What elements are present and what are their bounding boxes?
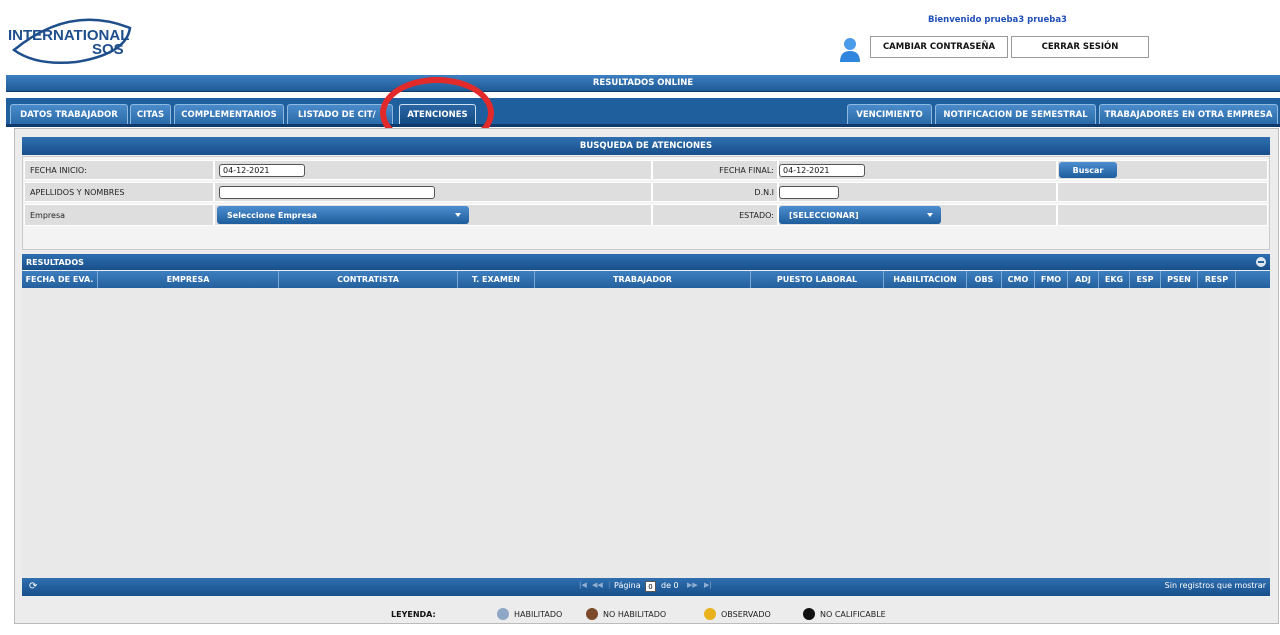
col-resp[interactable]: RESP bbox=[1198, 271, 1236, 288]
col-obs[interactable]: OBS bbox=[967, 271, 1002, 288]
apellidos-input[interactable] bbox=[219, 185, 435, 199]
prev-page-icon[interactable]: ◀◀ bbox=[592, 581, 603, 589]
legend-label: NO CALIFICABLE bbox=[820, 609, 886, 619]
col-ekg[interactable]: EKG bbox=[1099, 271, 1130, 288]
tab-datos-trabajador[interactable]: DATOS TRABAJADOR bbox=[10, 104, 128, 124]
search-section-title: BUSQUEDA DE ATENCIONES bbox=[22, 137, 1270, 155]
legend-label: NO HABILITADO bbox=[603, 609, 667, 619]
refresh-icon[interactable]: ⟳ bbox=[29, 581, 37, 592]
page-label: Página bbox=[614, 581, 641, 590]
pager-separator: | bbox=[608, 581, 611, 589]
col-adj[interactable]: ADJ bbox=[1068, 271, 1099, 288]
legend-habilitado: HABILITADO bbox=[497, 608, 562, 620]
observado-dot-icon bbox=[704, 608, 716, 620]
international-sos-logo: INTERNATIONAL SOS bbox=[6, 10, 134, 66]
col-fmo[interactable]: FMO bbox=[1035, 271, 1068, 288]
legend-title: LEYENDA: bbox=[391, 610, 436, 619]
tab-trabajadores-otra-empresa[interactable]: TRABAJADORES EN OTRA EMPRESA bbox=[1099, 104, 1278, 124]
legend-observado: OBSERVADO bbox=[704, 608, 771, 620]
tab-vencimiento[interactable]: VENCIMIENTO bbox=[847, 104, 932, 124]
change-password-button[interactable]: CAMBIAR CONTRASEÑA bbox=[870, 36, 1008, 58]
dni-input[interactable] bbox=[779, 185, 839, 199]
col-psen[interactable]: PSEN bbox=[1161, 271, 1198, 288]
results-title: RESULTADOS bbox=[22, 254, 1270, 270]
chevron-down-icon bbox=[927, 213, 933, 217]
col-empresa[interactable]: EMPRESA bbox=[98, 271, 279, 288]
fecha-final-label: FECHA FINAL: bbox=[652, 160, 778, 180]
estado-cell: [SELECCIONAR] bbox=[778, 204, 1057, 226]
collapse-icon[interactable] bbox=[1256, 257, 1266, 267]
estado-select-value: [SELECCIONAR] bbox=[789, 210, 859, 220]
empresa-label: Empresa bbox=[24, 204, 214, 226]
first-page-icon[interactable]: |◀ bbox=[579, 581, 587, 589]
col-contratista[interactable]: CONTRATISTA bbox=[279, 271, 458, 288]
dni-cell bbox=[778, 182, 1057, 202]
col-fecha-eva[interactable]: FECHA DE EVA. bbox=[22, 271, 98, 288]
welcome-text: Bienvenido prueba3 prueba3 bbox=[928, 15, 1067, 25]
col-puesto-laboral[interactable]: PUESTO LABORAL bbox=[751, 271, 884, 288]
tab-listado-de-citas[interactable]: LISTADO DE CIT/ bbox=[287, 104, 393, 124]
fecha-inicio-input[interactable]: 04-12-2021 bbox=[219, 163, 305, 177]
buscar-cell: Buscar bbox=[1057, 160, 1268, 180]
chevron-down-icon bbox=[455, 213, 461, 217]
empresa-cell: Seleccione Empresa bbox=[214, 204, 652, 226]
legend-label: OBSERVADO bbox=[721, 609, 771, 619]
empresa-select-value: Seleccione Empresa bbox=[227, 210, 318, 220]
buscar-button[interactable]: Buscar bbox=[1059, 162, 1117, 178]
next-page-icon[interactable]: ▶▶ bbox=[687, 581, 698, 589]
fecha-final-cell: 04-12-2021 bbox=[778, 160, 1057, 180]
legend-no-calificable: NO CALIFICABLE bbox=[803, 608, 886, 620]
no-habilitado-dot-icon bbox=[586, 608, 598, 620]
estado-label: ESTADO: bbox=[652, 204, 778, 226]
tab-complementarios[interactable]: COMPLEMENTARIOS bbox=[174, 104, 284, 124]
tab-citas[interactable]: CITAS bbox=[130, 104, 171, 124]
col-habilitacion[interactable]: HABILITACION bbox=[884, 271, 967, 288]
empresa-select[interactable]: Seleccione Empresa bbox=[217, 206, 469, 224]
habilitado-dot-icon bbox=[497, 608, 509, 620]
col-trabajador[interactable]: TRABAJADOR bbox=[535, 271, 751, 288]
fecha-final-input[interactable]: 04-12-2021 bbox=[779, 163, 865, 177]
results-pager: ⟳ |◀ ◀◀ | Página 0 de 0 ▶▶ ▶| Sin regist… bbox=[22, 578, 1270, 596]
last-page-icon[interactable]: ▶| bbox=[704, 581, 712, 589]
tab-notificacion-semestral[interactable]: NOTIFICACION DE SEMESTRAL bbox=[935, 104, 1096, 124]
main-title: RESULTADOS ONLINE bbox=[6, 75, 1280, 92]
apellidos-cell bbox=[214, 182, 652, 202]
no-records-text: Sin registros que mostrar bbox=[1164, 581, 1266, 590]
col-t-examen[interactable]: T. EXAMEN bbox=[458, 271, 535, 288]
no-calificable-dot-icon bbox=[803, 608, 815, 620]
col-cmo[interactable]: CMO bbox=[1002, 271, 1035, 288]
page-of-label: de 0 bbox=[661, 581, 679, 590]
results-title-text: RESULTADOS bbox=[26, 257, 84, 267]
logo-line2: SOS bbox=[92, 41, 124, 58]
empty-cell bbox=[1057, 182, 1268, 202]
apellidos-label: APELLIDOS Y NOMBRES bbox=[24, 182, 214, 202]
page-input[interactable]: 0 bbox=[645, 581, 656, 592]
user-icon bbox=[838, 36, 862, 62]
empty-cell bbox=[1057, 204, 1268, 226]
estado-select[interactable]: [SELECCIONAR] bbox=[779, 206, 941, 224]
fecha-inicio-label: FECHA INICIO: bbox=[24, 160, 214, 180]
logout-button[interactable]: CERRAR SESIÓN bbox=[1011, 36, 1149, 58]
legend-no-habilitado: NO HABILITADO bbox=[586, 608, 666, 620]
results-grid-body bbox=[22, 288, 1270, 578]
col-esp[interactable]: ESP bbox=[1130, 271, 1161, 288]
dni-label: D.N.I bbox=[652, 182, 778, 202]
legend-label: HABILITADO bbox=[514, 609, 563, 619]
fecha-inicio-cell: 04-12-2021 bbox=[214, 160, 652, 180]
results-grid-header: FECHA DE EVA. EMPRESA CONTRATISTA T. EXA… bbox=[22, 271, 1270, 288]
